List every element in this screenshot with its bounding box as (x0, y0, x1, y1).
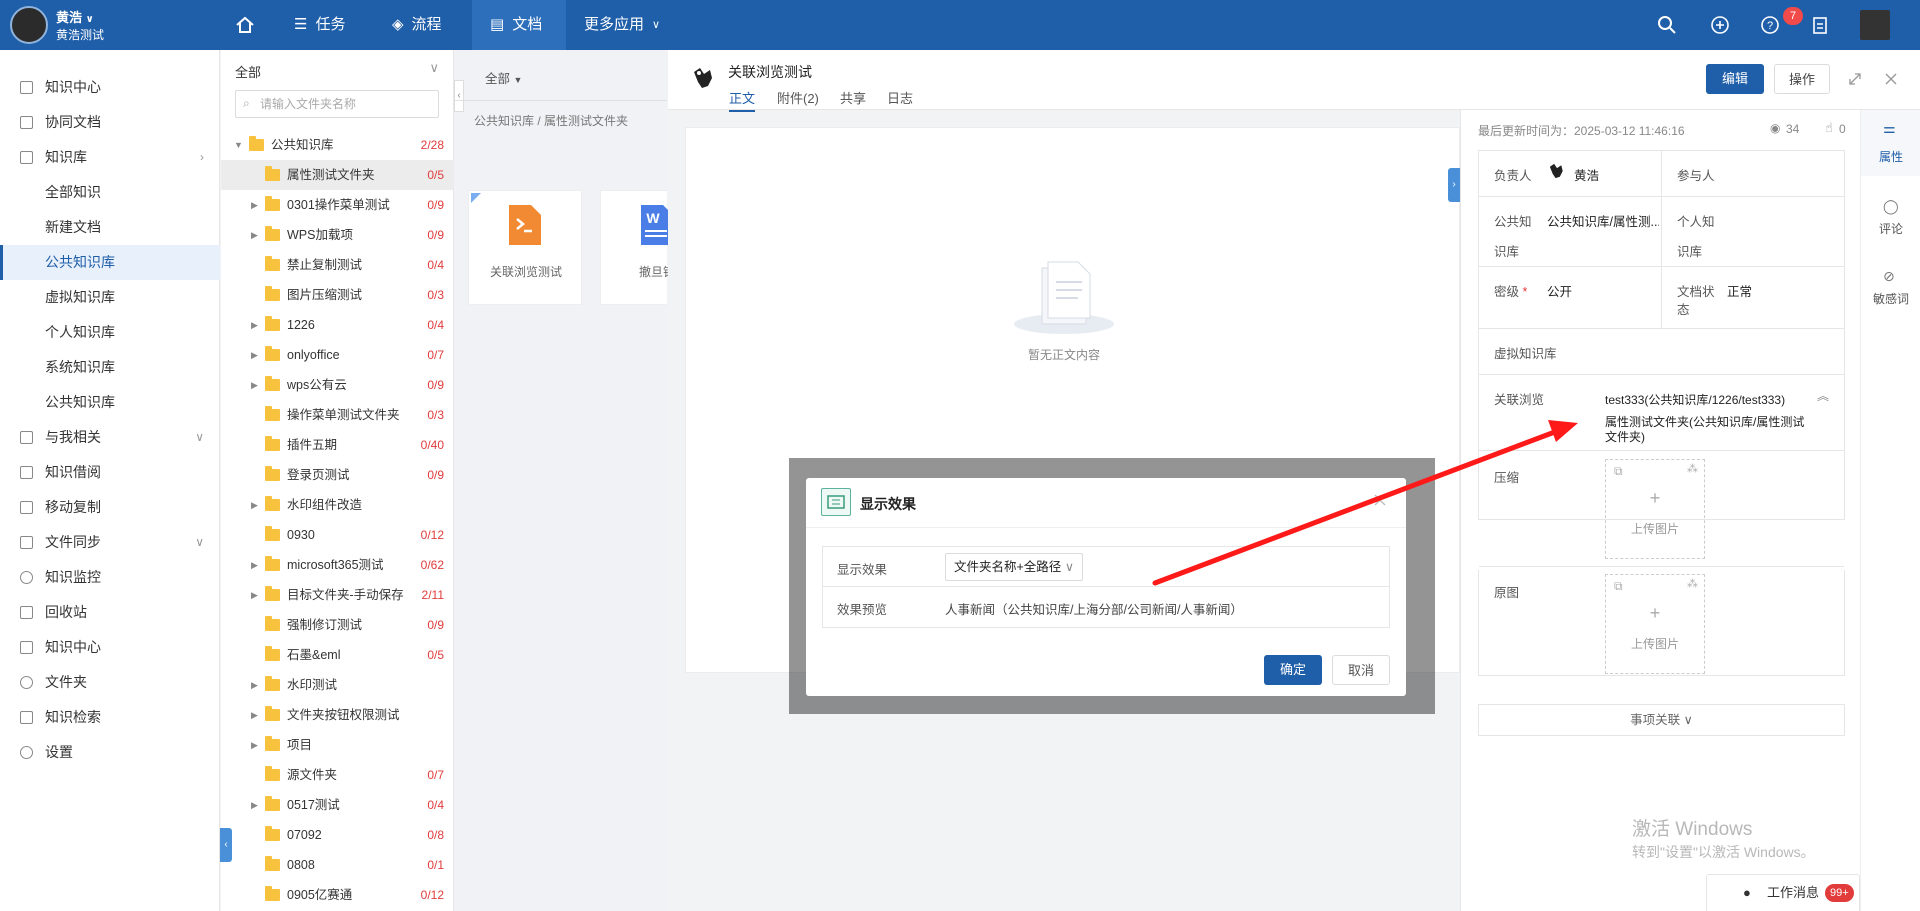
work-message-badge: 99+ (1825, 884, 1854, 902)
annotation-arrow (1152, 420, 1578, 586)
work-message-label: 工作消息 (1767, 885, 1820, 900)
chat-bubble-icon: ● (1743, 885, 1751, 900)
windows-activation-title: 激活 Windows (1632, 819, 1753, 840)
windows-activation-hint: 转到"设置"以激活 Windows。 (1632, 844, 1815, 860)
work-message-button[interactable]: ● 工作消息 99+ (1706, 874, 1860, 911)
